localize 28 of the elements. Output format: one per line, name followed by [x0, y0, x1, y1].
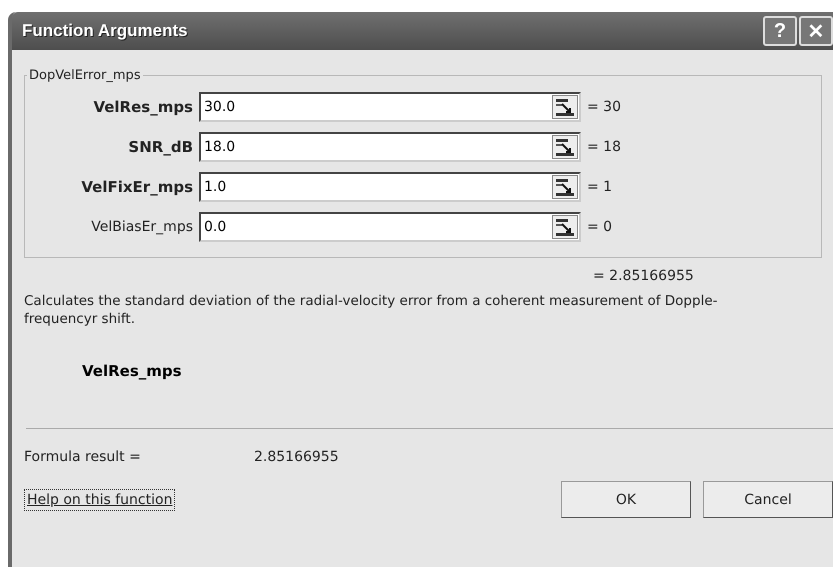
- help-button[interactable]: ?: [763, 16, 797, 46]
- argument-field[interactable]: 1.0: [199, 172, 581, 202]
- argument-label: SNR_dB: [127, 138, 194, 156]
- range-picker-icon[interactable]: [552, 215, 578, 239]
- range-picker-icon[interactable]: [552, 175, 578, 199]
- function-result: = 2.85166955: [593, 268, 695, 284]
- help-link[interactable]: Help on this function: [24, 488, 176, 510]
- ok-button[interactable]: OK: [561, 481, 691, 518]
- formula-result-label: Formula result =: [24, 449, 142, 465]
- function-description: Calculates the standard deviation of the radial-velocity error from a coherent measurement of Dopple-frequencyr shift.: [24, 292, 718, 328]
- argument-result: = 1: [587, 179, 612, 195]
- argument-field[interactable]: 0.0: [199, 212, 581, 242]
- argument-label: VelBiasEr_mps: [90, 219, 194, 235]
- argument-label: VelFixEr_mps: [80, 178, 194, 196]
- argument-result: = 0: [587, 219, 612, 235]
- window-title: Function Arguments: [22, 21, 188, 41]
- argument-result: = 30: [587, 99, 621, 115]
- argument-field[interactable]: 18.0: [199, 132, 581, 162]
- range-picker-icon[interactable]: [552, 95, 578, 119]
- formula-result-value: 2.85166955: [254, 449, 339, 465]
- argument-name: VelRes_mps: [82, 362, 183, 380]
- group-title: DopVelError_mps: [28, 68, 142, 83]
- argument-label: VelRes_mps: [92, 98, 194, 116]
- cancel-button[interactable]: Cancel: [703, 481, 833, 518]
- range-picker-icon[interactable]: [552, 135, 578, 159]
- argument-result: = 18: [587, 139, 621, 155]
- argument-field[interactable]: 30.0: [199, 92, 581, 122]
- close-button[interactable]: ✕: [799, 16, 833, 46]
